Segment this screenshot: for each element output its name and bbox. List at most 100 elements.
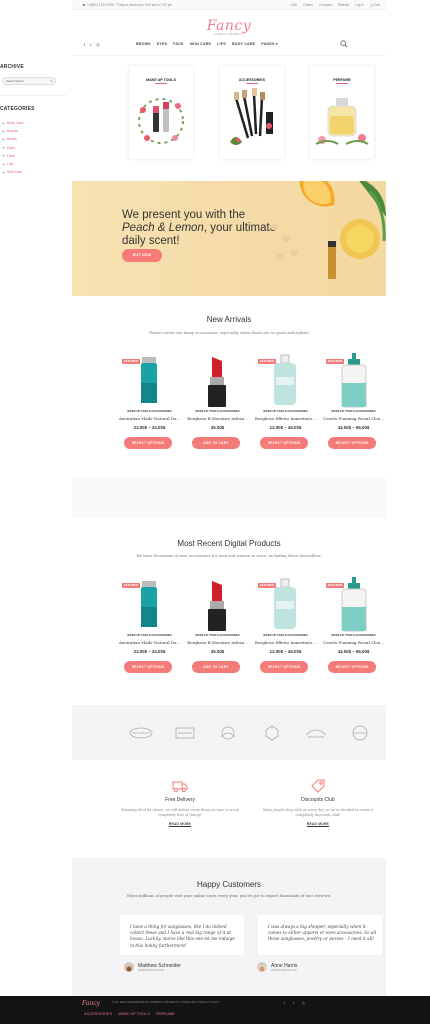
testimonial-card: I was always a big shopper, especially w… [258, 915, 382, 955]
category-card-accessories[interactable]: ACCESSORIES [220, 66, 284, 159]
orders-link[interactable]: Orders [303, 3, 313, 7]
add-to-cart-button[interactable]: ADD TO CART [192, 437, 240, 449]
compare-link[interactable]: Compare [319, 3, 332, 7]
search-icon[interactable] [340, 40, 348, 48]
testimonials-subtitle: When millions of people visit your onlin… [126, 893, 332, 898]
product-card[interactable]: FEATURED MAKE UP TOOLS ACCESSORIES CeraV… [323, 353, 384, 449]
product-price: 36.00$ [210, 425, 225, 430]
product-card[interactable]: MAKE UP TOOLS ACCESSORIES Borghese B Moi… [187, 577, 248, 673]
nav-eyes[interactable]: EYES [157, 42, 167, 46]
brand-logo[interactable] [347, 725, 373, 741]
product-card[interactable]: FEATURED MAKE UP TOOLS ACCESSORIES Borgh… [255, 353, 316, 449]
facebook-icon[interactable]: f [84, 42, 85, 47]
facebook-icon[interactable]: f [284, 1001, 285, 1005]
instagram-icon[interactable]: ◎ [96, 42, 100, 47]
testimonials-section: Happy Customers When millions of people … [72, 858, 386, 996]
product-name[interactable]: Borghese Effetto Immediato... [255, 640, 316, 645]
footer-link-make-up-tools[interactable]: MAKE UP TOOLS [118, 1012, 150, 1016]
top-bar: ☎ +1(800) 1234 6756 7 Days a week from 9… [72, 0, 386, 10]
nav-pages[interactable]: PAGES ▾ [261, 42, 278, 46]
instagram-icon[interactable]: ◎ [302, 1001, 305, 1005]
feature-text: Ensuring all of its clients, we will del… [121, 808, 239, 817]
select-options-button[interactable]: SELECT OPTIONS [124, 661, 172, 673]
read-more-link[interactable]: READ MORE [258, 822, 378, 826]
product-card[interactable]: MAKE UP TOOLS ACCESSORIES Borghese B Moi… [187, 353, 248, 449]
feature-discounts-club: Discounts Club Many people shop with us … [258, 779, 378, 826]
brand-logo[interactable] [215, 725, 241, 741]
phone-icon: ☎ [82, 3, 86, 7]
product-categories: MAKE UP TOOLS ACCESSORIES [195, 633, 240, 637]
wishlist-link[interactable]: Wishlist [338, 3, 349, 7]
read-more-link[interactable]: READ MORE [120, 822, 240, 826]
category-link[interactable]: Brands [2, 127, 24, 135]
category-card-make-up-tools[interactable]: MAKE UP TOOLS [129, 66, 193, 159]
category-link[interactable]: Body Care [2, 119, 24, 127]
product-name[interactable]: CeraVe Foaming Facial Clea... [323, 416, 384, 421]
product-name[interactable]: Borghese Effetto Immediato... [255, 416, 316, 421]
author-name: Matthew Schneider [138, 962, 181, 969]
add-to-cart-button[interactable]: ADD TO CART [192, 661, 240, 673]
recent-products-title: Most Recent Digital Products [177, 539, 281, 548]
category-card-perfume[interactable]: PERFUME [310, 66, 374, 159]
logo-tagline: COSMETIC AND BEAUTY [213, 33, 245, 36]
category-title: PERFUME [333, 78, 351, 82]
product-image [190, 577, 245, 633]
footer-link-perfume[interactable]: PERFUME [156, 1012, 175, 1016]
nav-body-care[interactable]: BODY CARE [232, 42, 255, 46]
footer-links: ACCESSORIES MAKE UP TOOLS PERFUME [84, 1012, 175, 1016]
category-link[interactable]: Face [2, 152, 24, 160]
select-options-button[interactable]: SELECT OPTIONS [328, 661, 376, 673]
category-link[interactable]: Eyes [2, 144, 24, 152]
feature-title: Free Delivery [165, 797, 195, 803]
brand-logo[interactable] [303, 725, 329, 741]
banner-image [270, 181, 386, 279]
product-card[interactable]: FEATURED MAKE UP TOOLS ACCESSORIES Borgh… [255, 577, 316, 673]
product-name[interactable]: CeraVe Foaming Facial Clea... [323, 640, 384, 645]
author-role: RESPONSIBLE BUYER [138, 968, 164, 972]
footer-link-accessories[interactable]: ACCESSORIES [84, 1012, 112, 1016]
brand-logo[interactable] [128, 725, 154, 741]
nav-face[interactable]: FACE [173, 42, 183, 46]
featured-badge: FEATURED [258, 583, 276, 588]
feature-text: Many people shop with us every day, so w… [262, 808, 374, 817]
contact-info: ☎ +1(800) 1234 6756 7 Days a week from 9… [82, 3, 173, 7]
category-link[interactable]: Skin Care [2, 168, 24, 176]
buy-now-button[interactable]: BUY NOW [122, 249, 162, 262]
author-role: RESPONSIBLE BUYER [271, 968, 297, 972]
featured-badge: FEATURED [258, 359, 276, 364]
brand-logo[interactable] [259, 725, 285, 741]
product-card[interactable]: FEATURED MAKE UP TOOLS ACCESSORIES Austr… [119, 577, 180, 673]
product-categories: MAKE UP TOOLS ACCESSORIES [195, 409, 240, 413]
nav-lips[interactable]: LIPS [217, 42, 226, 46]
social-links: f t ◎ [84, 42, 100, 47]
nav-brows[interactable]: BROWS [136, 42, 151, 46]
select-options-button[interactable]: SELECT OPTIONS [328, 437, 376, 449]
product-card[interactable]: FEATURED MAKE UP TOOLS ACCESSORIES Austr… [119, 353, 180, 449]
brand-logo[interactable] [172, 725, 198, 741]
featured-badge: FEATURED [326, 583, 344, 588]
select-options-button[interactable]: SELECT OPTIONS [260, 661, 308, 673]
testimonial-quote: I have a thing for sunglasses, like I do… [130, 924, 235, 948]
twitter-icon[interactable]: t [293, 1001, 294, 1005]
select-options-button[interactable]: SELECT OPTIONS [260, 437, 308, 449]
footer-logo[interactable]: Fancy [82, 1000, 100, 1007]
logo[interactable]: Fancy COSMETIC AND BEAUTY [72, 18, 386, 36]
product-name[interactable]: Borghese B Moisture Advan... [187, 640, 248, 645]
promo-banner: We present you with the Peach & Lemon, y… [72, 181, 386, 296]
product-categories: MAKE UP TOOLS ACCESSORIES [263, 409, 308, 413]
product-card[interactable]: FEATURED MAKE UP TOOLS ACCESSORIES CeraV… [323, 577, 384, 673]
archive-select[interactable]: Select Month ▾ [2, 77, 56, 85]
product-price: 12.00$ – 45.00$ [269, 425, 302, 430]
product-name[interactable]: Australian Made Natural De... [119, 640, 180, 645]
product-name[interactable]: Australian Made Natural De... [119, 416, 180, 421]
product-name[interactable]: Borghese B Moisture Advan... [187, 416, 248, 421]
currency-select[interactable]: USD [291, 3, 298, 7]
login-link[interactable]: Log In [355, 3, 364, 7]
nav-skin-care[interactable]: SKIN CARE [190, 42, 212, 46]
twitter-icon[interactable]: t [90, 42, 91, 47]
categories-title: CATEGORIES [0, 106, 35, 112]
cart-link[interactable]: 🛒Cart [370, 3, 380, 7]
category-link[interactable]: Brows [2, 135, 24, 143]
select-options-button[interactable]: SELECT OPTIONS [124, 437, 172, 449]
category-link[interactable]: Lips [2, 160, 24, 168]
